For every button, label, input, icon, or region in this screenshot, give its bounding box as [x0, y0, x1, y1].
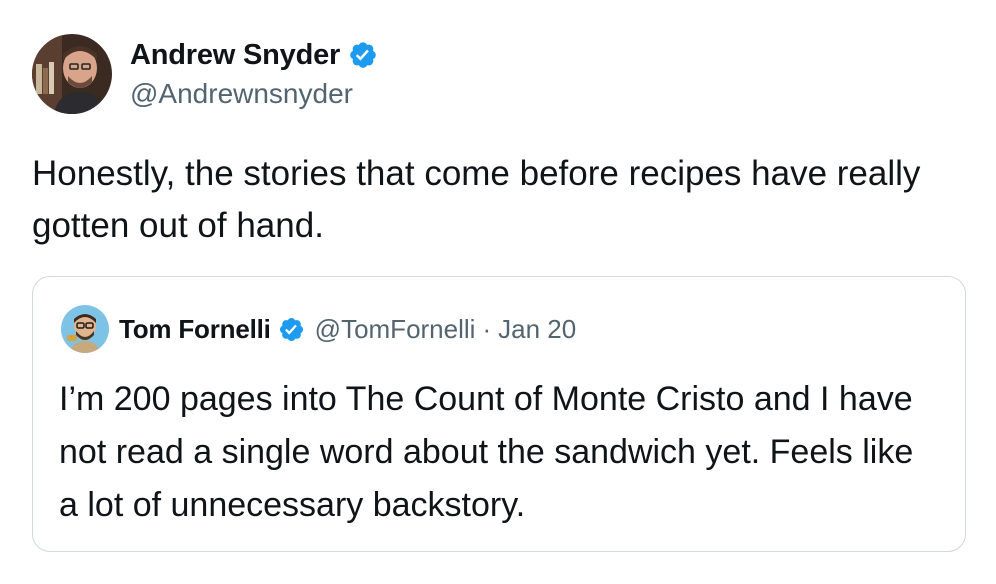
quoted-tweet-card[interactable]: Tom Fornelli @TomFornelli · Jan 20 I’m 2… [32, 276, 966, 552]
author-handle[interactable]: @Andrewnsnyder [130, 78, 378, 110]
quoted-author-display-name[interactable]: Tom Fornelli [119, 314, 271, 345]
user-avatar-cartoon-icon [61, 305, 109, 353]
separator-dot: · [482, 313, 492, 344]
quoted-tweet-text: I’m 200 pages into The Count of Monte Cr… [59, 380, 914, 524]
quoted-author-handle[interactable]: @TomFornelli [315, 314, 476, 345]
author-avatar[interactable] [32, 34, 112, 114]
user-avatar-photo-icon [32, 34, 112, 114]
author-name-row: Andrew Snyder [130, 39, 378, 72]
verified-badge-icon [348, 40, 378, 70]
quoted-tweet-date[interactable]: Jan 20 [498, 314, 576, 345]
quoted-tweet-header: Tom Fornelli @TomFornelli · Jan 20 [61, 305, 576, 353]
tweet-card: Andrew Snyder @Andrewnsnyder Honestly, t… [0, 0, 996, 584]
tweet-text: Honestly, the stories that come before r… [32, 154, 921, 245]
quoted-author-avatar[interactable] [61, 305, 109, 353]
author-names: Andrew Snyder @Andrewnsnyder [130, 39, 378, 110]
verified-badge-icon [278, 316, 305, 343]
author-display-name[interactable]: Andrew Snyder [130, 39, 340, 72]
tweet-header: Andrew Snyder @Andrewnsnyder [32, 34, 378, 114]
